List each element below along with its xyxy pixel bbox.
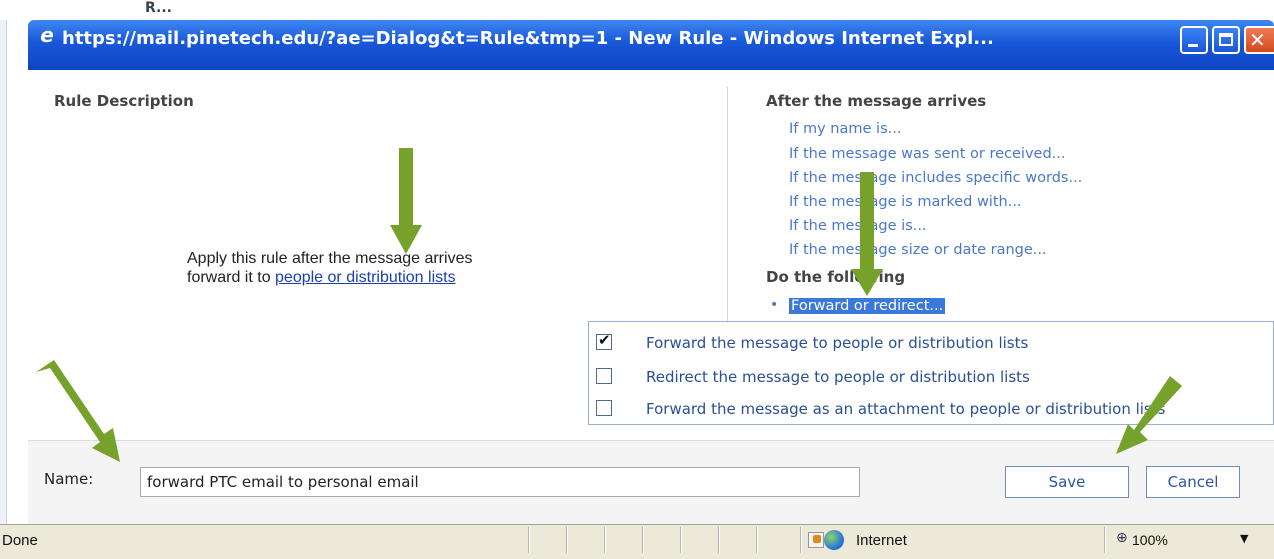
arrow-down-icon [851, 172, 883, 296]
arrow-down-icon [390, 148, 422, 254]
arrow-diagonal-icon [1116, 376, 1182, 454]
arrow-diagonal-icon [36, 360, 120, 462]
annotation-arrows [36, 148, 1182, 462]
